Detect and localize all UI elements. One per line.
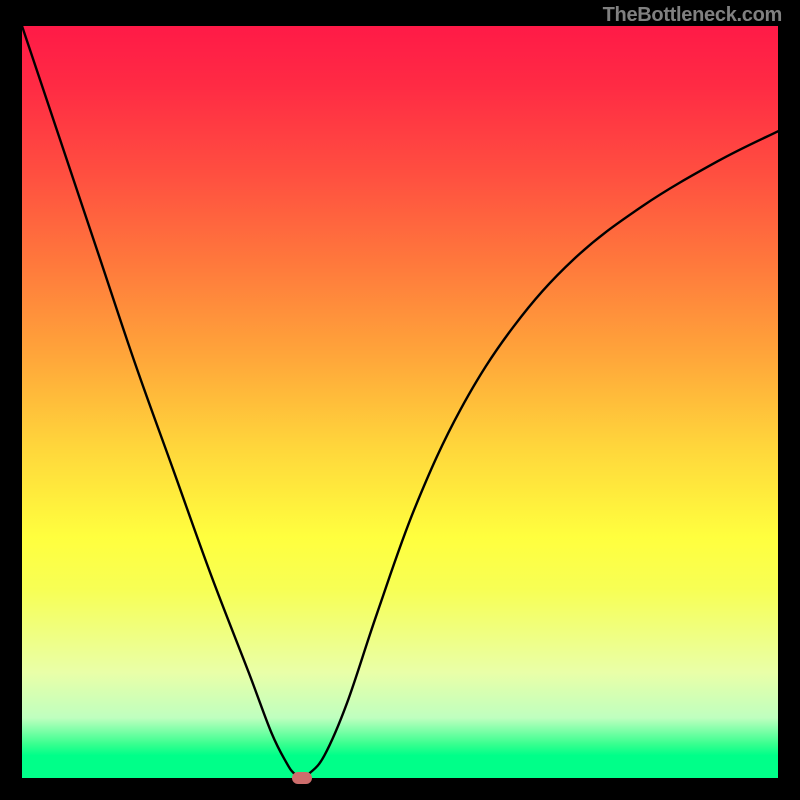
attribution-text: TheBottleneck.com — [603, 4, 782, 27]
chart-frame: TheBottleneck.com — [0, 0, 800, 800]
curve-svg — [22, 26, 778, 778]
bottleneck-curve — [22, 26, 778, 778]
optimum-marker — [292, 772, 312, 784]
plot-area — [22, 26, 778, 778]
